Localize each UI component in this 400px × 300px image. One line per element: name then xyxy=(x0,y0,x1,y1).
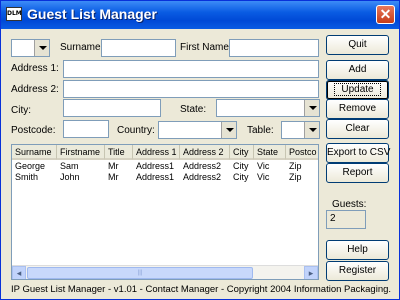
cell-address1: Address1 xyxy=(136,161,175,171)
column-header[interactable]: City xyxy=(230,145,254,160)
chevron-down-icon[interactable] xyxy=(304,122,319,138)
status-bar: IP Guest List Manager - v1.01 - Contact … xyxy=(11,284,392,295)
update-button[interactable]: Update xyxy=(326,80,389,100)
country-combo[interactable] xyxy=(158,121,237,139)
register-button[interactable]: Register xyxy=(326,261,389,281)
close-icon[interactable]: ✕ xyxy=(376,5,395,24)
column-header[interactable]: Address 1 xyxy=(133,145,180,160)
horizontal-scrollbar[interactable]: ◂ ||| ▸ xyxy=(12,265,318,279)
chevron-down-icon[interactable] xyxy=(221,122,236,138)
column-header[interactable]: Firstname xyxy=(57,145,105,160)
postcode-label: Postcode: xyxy=(11,125,56,136)
cell-postcode: Zip xyxy=(289,172,302,182)
guests-label: Guests: xyxy=(332,199,367,210)
surname-input[interactable] xyxy=(101,39,176,57)
chevron-down-icon[interactable] xyxy=(34,40,49,56)
column-header[interactable]: Surname xyxy=(12,145,57,160)
cell-address2: Address2 xyxy=(183,172,222,182)
column-header[interactable]: Title xyxy=(105,145,133,160)
firstname-input[interactable] xyxy=(229,39,319,57)
cell-address2: Address2 xyxy=(183,161,222,171)
table-row[interactable]: Smith John Mr Address1 Address2 City Vic… xyxy=(12,172,316,183)
cell-surname: Smith xyxy=(15,172,39,182)
cell-city: City xyxy=(233,161,249,171)
cell-city: City xyxy=(233,172,249,182)
app-icon: DLM xyxy=(6,7,22,21)
cell-firstname: John xyxy=(60,172,80,182)
address2-label: Address 2: xyxy=(11,84,59,95)
address1-label: Address 1: xyxy=(11,63,59,74)
state-label: State: xyxy=(180,104,207,115)
firstname-label: First Name: xyxy=(180,42,232,53)
column-header[interactable]: Postco xyxy=(286,145,318,160)
title-combo[interactable] xyxy=(11,39,50,57)
list-header: Surname Firstname Title Address 1 Addres… xyxy=(12,145,318,160)
column-header[interactable]: State xyxy=(254,145,286,160)
scroll-left-icon[interactable]: ◂ xyxy=(12,266,26,279)
report-button[interactable]: Report xyxy=(326,163,389,183)
state-combo[interactable] xyxy=(216,99,320,117)
city-label: City: xyxy=(11,105,31,116)
app-window: DLM Guest List Manager ✕ Surname: First … xyxy=(0,0,400,300)
table-label: Table: xyxy=(247,125,274,136)
table-combo[interactable] xyxy=(281,121,320,139)
chevron-down-icon[interactable] xyxy=(304,100,319,116)
export-csv-button[interactable]: Export to CSV xyxy=(326,143,390,163)
clear-button[interactable]: Clear xyxy=(326,119,389,139)
country-label: Country: xyxy=(117,125,155,136)
help-button[interactable]: Help xyxy=(326,240,389,260)
scroll-right-icon[interactable]: ▸ xyxy=(304,266,318,279)
address1-input[interactable] xyxy=(63,60,319,78)
title-bar[interactable]: DLM Guest List Manager ✕ xyxy=(1,1,399,29)
window-title: Guest List Manager xyxy=(27,6,157,22)
scroll-thumb[interactable]: ||| xyxy=(27,267,253,279)
cell-firstname: Sam xyxy=(60,161,79,171)
quit-button[interactable]: Quit xyxy=(326,35,389,55)
guests-count: 2 xyxy=(326,210,366,229)
add-button[interactable]: Add xyxy=(326,60,389,80)
cell-postcode: Zip xyxy=(289,161,302,171)
cell-state: Vic xyxy=(257,172,270,182)
cell-title: Mr xyxy=(108,172,119,182)
surname-label: Surname: xyxy=(60,42,104,53)
column-header[interactable]: Address 2 xyxy=(180,145,230,160)
postcode-input[interactable] xyxy=(63,120,109,138)
cell-surname: George xyxy=(15,161,46,171)
update-button-label: Update xyxy=(334,83,381,96)
city-input[interactable] xyxy=(63,99,161,117)
address2-input[interactable] xyxy=(63,80,319,98)
guest-list[interactable]: Surname Firstname Title Address 1 Addres… xyxy=(11,144,319,280)
cell-address1: Address1 xyxy=(136,172,175,182)
table-row[interactable]: George Sam Mr Address1 Address2 City Vic… xyxy=(12,161,316,172)
cell-title: Mr xyxy=(108,161,119,171)
remove-button[interactable]: Remove xyxy=(326,99,389,119)
cell-state: Vic xyxy=(257,161,270,171)
